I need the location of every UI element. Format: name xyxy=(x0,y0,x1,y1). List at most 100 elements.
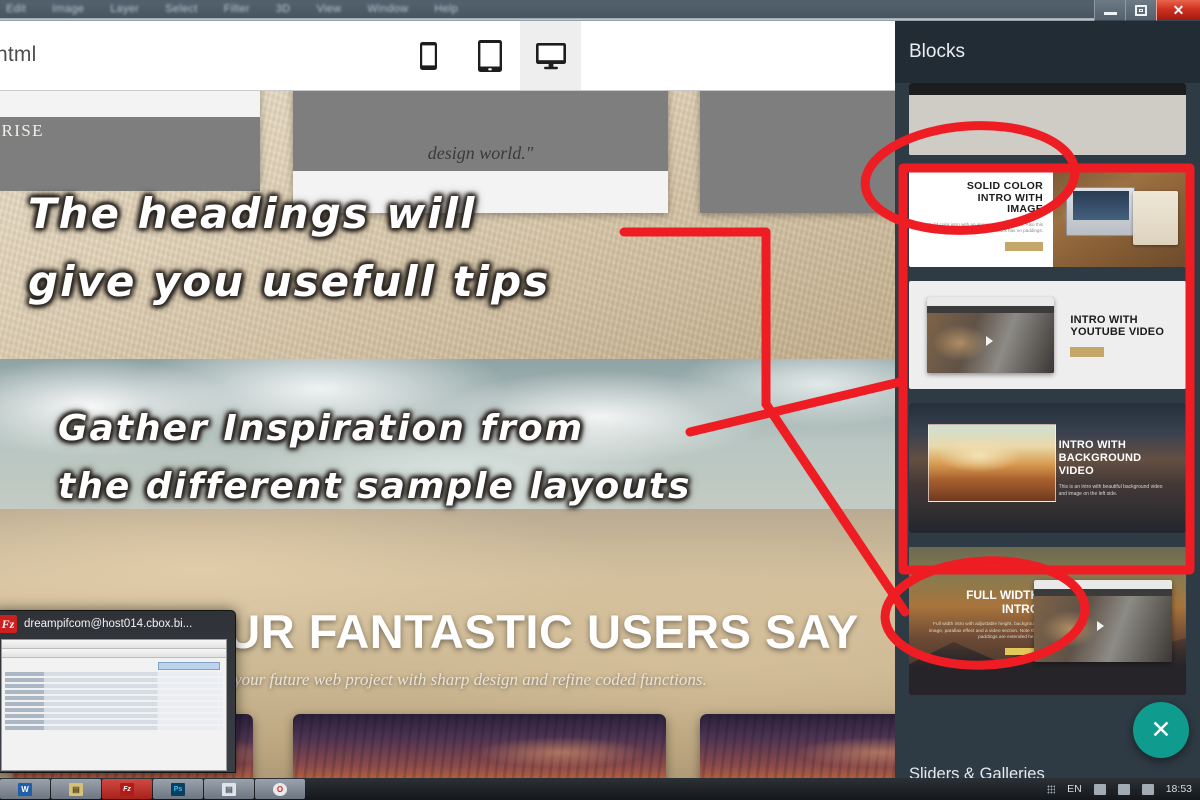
project-file-name: html xyxy=(0,43,37,66)
thumbnail-navbar xyxy=(909,83,1186,95)
list-item[interactable] xyxy=(5,708,223,712)
blocks-panel: Blocks SOLID COLOR INTRO WITH IMAGE Soli… xyxy=(895,21,1200,800)
filezilla-toolbar[interactable] xyxy=(2,640,226,649)
filezilla-quickconnect-bar[interactable] xyxy=(2,649,226,658)
tablet-icon xyxy=(477,39,503,73)
system-tray[interactable]: EN 18:53 xyxy=(1047,783,1200,795)
block-cta-button xyxy=(1070,346,1105,357)
list-item[interactable] xyxy=(5,696,223,700)
block-thumbnail xyxy=(909,83,1186,155)
list-item[interactable] xyxy=(5,684,223,688)
menu-item-view[interactable]: View xyxy=(317,3,342,15)
block-thumbnail: FULL WIDTH INTRO Full width intro with a… xyxy=(909,547,1186,695)
list-item[interactable] xyxy=(5,702,223,706)
network-icon[interactable] xyxy=(1093,783,1106,795)
testimonial-card-center[interactable]: design world." xyxy=(293,91,668,213)
testimonial-card-left[interactable]: OBIRISE xyxy=(0,91,260,191)
blocks-panel-header: Blocks xyxy=(895,21,1200,83)
filezilla-icon: Fz xyxy=(120,782,134,796)
taskbar-item-photoshop[interactable]: Ps xyxy=(153,779,203,799)
taskbar-item-notepad[interactable]: ▤ xyxy=(204,779,254,799)
browser-chrome xyxy=(1033,579,1173,589)
minimize-button[interactable] xyxy=(1094,0,1125,21)
menu-item-image[interactable]: Image xyxy=(52,3,84,15)
block-thumbnail: INTRO WITH YOUTUBE VIDEO xyxy=(909,281,1186,389)
browser-screenshot xyxy=(1033,595,1173,663)
clock[interactable]: 18:53 xyxy=(1166,783,1192,795)
minimize-icon xyxy=(1103,12,1117,15)
list-item[interactable] xyxy=(5,690,223,694)
language-indicator[interactable]: EN xyxy=(1067,783,1082,795)
filezilla-icon: Fz xyxy=(0,615,17,633)
block-card-partial[interactable] xyxy=(909,83,1186,155)
block-card-full-width-intro[interactable]: FULL WIDTH INTRO Full width intro with a… xyxy=(909,547,1186,695)
window-caption-buttons: ✕ xyxy=(1094,0,1200,21)
device-tab-mobile[interactable] xyxy=(398,21,459,90)
block-heading: INTRO WITH BACKGROUND VIDEO xyxy=(1058,439,1142,478)
notepad-icon: ▤ xyxy=(222,782,236,796)
list-item[interactable] xyxy=(5,678,223,682)
folder-icon: ▤ xyxy=(69,782,83,796)
menu-item-3d[interactable]: 3D xyxy=(276,3,291,15)
list-item[interactable] xyxy=(5,720,223,724)
block-description: This is an intro with beautiful backgrou… xyxy=(1058,484,1163,497)
photoshop-icon: Ps xyxy=(171,782,185,796)
taskbar-item-word[interactable]: W xyxy=(0,779,50,799)
filezilla-content[interactable] xyxy=(1,639,227,771)
browser-mockup xyxy=(927,297,1055,373)
windows-taskbar[interactable]: W ▤ Fz Ps ▤ O EN 18:53 xyxy=(0,778,1200,800)
device-tab-tablet[interactable] xyxy=(459,21,520,90)
list-item[interactable] xyxy=(5,714,223,718)
close-icon: ✕ xyxy=(1150,715,1172,744)
filezilla-combo[interactable] xyxy=(158,662,220,670)
block-description: Full width intro with adjustable height,… xyxy=(928,622,1040,640)
block-thumbnail: INTRO WITH BACKGROUND VIDEO This is an i… xyxy=(909,403,1186,533)
laptop-illustration xyxy=(1066,186,1136,236)
close-button[interactable]: ✕ xyxy=(1156,0,1200,21)
block-card-intro-with-background-video[interactable]: INTRO WITH BACKGROUND VIDEO This is an i… xyxy=(909,403,1186,533)
block-cta-button xyxy=(1005,241,1044,251)
menu-item-help[interactable]: Help xyxy=(434,3,458,15)
blocks-panel-title: Blocks xyxy=(909,41,965,62)
block-heading: INTRO WITH YOUTUBE VIDEO xyxy=(1070,313,1165,339)
menu-item-filter[interactable]: Filter xyxy=(224,3,250,15)
close-panel-fab[interactable]: ✕ xyxy=(1133,702,1189,758)
play-icon xyxy=(985,335,993,346)
taskbar-item-explorer[interactable]: ▤ xyxy=(51,779,101,799)
inset-image xyxy=(928,423,1056,502)
block-heading: SOLID COLOR INTRO WITH IMAGE xyxy=(966,180,1044,215)
restore-button[interactable] xyxy=(1125,0,1156,21)
testimonials-section: OBIRISE design world." xyxy=(0,91,895,359)
menu-item-window[interactable]: Window xyxy=(367,3,408,15)
menu-item-edit[interactable]: Edit xyxy=(6,3,26,15)
host-menubar[interactable]: Edit Image Layer Select Filter 3D View W… xyxy=(0,0,1200,18)
desktop-icon xyxy=(535,42,567,70)
device-tab-desktop[interactable] xyxy=(520,21,581,90)
filezilla-titlebar[interactable]: Fz dreampifcom@host014.cbox.bi... xyxy=(0,611,235,637)
block-thumbnail: SOLID COLOR INTRO WITH IMAGE Solid color… xyxy=(909,169,1186,267)
filezilla-title: dreampifcom@host014.cbox.bi... xyxy=(24,618,193,630)
filezilla-window[interactable]: Fz dreampifcom@host014.cbox.bi... xyxy=(0,610,236,773)
testimonial-card-right[interactable] xyxy=(700,91,895,213)
restore-icon xyxy=(1135,4,1147,16)
menu-item-layer[interactable]: Layer xyxy=(110,3,139,15)
editor-toolbar: html xyxy=(0,21,895,91)
list-item[interactable] xyxy=(5,672,223,676)
block-image-desk xyxy=(1053,169,1186,267)
volume-icon[interactable] xyxy=(1117,783,1130,795)
taskbar-item-filezilla[interactable]: Fz xyxy=(102,779,152,799)
action-center-icon[interactable] xyxy=(1141,783,1154,795)
blocks-list[interactable]: SOLID COLOR INTRO WITH IMAGE Solid color… xyxy=(895,83,1200,695)
block-card-intro-with-youtube-video[interactable]: INTRO WITH YOUTUBE VIDEO xyxy=(909,281,1186,389)
word-icon: W xyxy=(18,782,32,796)
menu-item-select[interactable]: Select xyxy=(165,3,197,15)
play-icon xyxy=(1097,620,1105,631)
notebook-illustration xyxy=(1132,190,1179,246)
phone-icon xyxy=(419,41,438,71)
browser-screenshot xyxy=(927,313,1055,373)
device-preview-tabs xyxy=(398,21,581,90)
taskbar-item-opera[interactable]: O xyxy=(255,779,305,799)
block-card-solid-color-intro-with-image[interactable]: SOLID COLOR INTRO WITH IMAGE Solid color… xyxy=(909,169,1186,267)
block-heading: FULL WIDTH INTRO xyxy=(966,588,1040,617)
list-item[interactable] xyxy=(5,726,223,730)
